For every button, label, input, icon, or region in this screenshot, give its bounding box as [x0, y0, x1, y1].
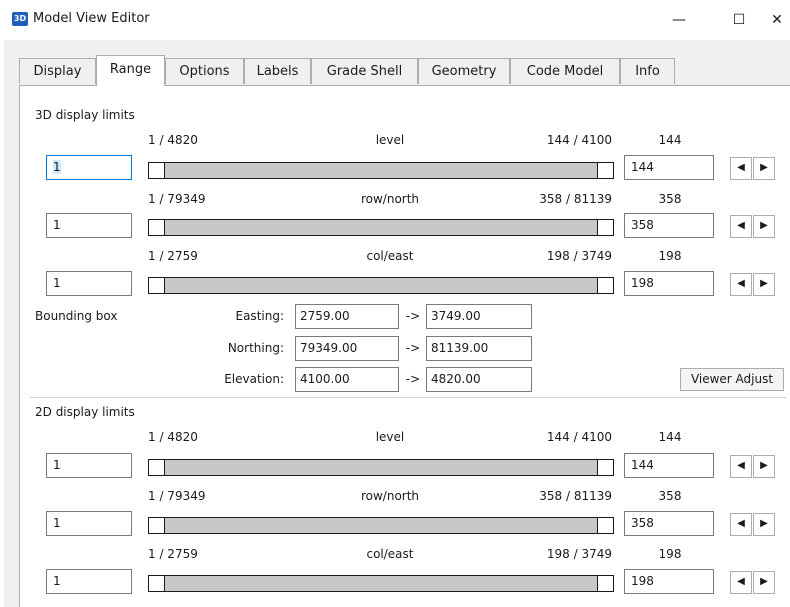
- close-button[interactable]: ✕: [764, 6, 790, 36]
- arrow-label: ->: [405, 309, 421, 323]
- left-triangle-icon[interactable]: ◀: [730, 455, 752, 478]
- section-divider: [30, 397, 786, 398]
- section-title-3d: 3D display limits: [35, 108, 135, 122]
- min-input[interactable]: 1: [46, 155, 132, 180]
- max-input[interactable]: 144: [624, 155, 714, 180]
- range-slider[interactable]: [148, 575, 614, 592]
- left-triangle-icon[interactable]: ◀: [730, 571, 752, 594]
- right-triangle-icon[interactable]: ▶: [753, 571, 775, 594]
- tab-grade-shell[interactable]: Grade Shell: [311, 58, 418, 84]
- min-input[interactable]: 1: [46, 213, 132, 238]
- range-slider[interactable]: [148, 517, 614, 534]
- range-slider[interactable]: [148, 162, 614, 179]
- slider-max-thumb[interactable]: [597, 277, 614, 294]
- left-triangle-icon[interactable]: ◀: [730, 215, 752, 238]
- northing-to-input[interactable]: 81139.00: [426, 336, 532, 361]
- min-input[interactable]: 1: [46, 511, 132, 536]
- right-triangle-icon[interactable]: ▶: [753, 513, 775, 536]
- tab-options[interactable]: Options: [165, 58, 244, 84]
- range-right-label: 358 / 81139: [539, 192, 612, 206]
- slider-min-thumb[interactable]: [148, 277, 165, 294]
- maximize-button[interactable]: ☐: [716, 6, 762, 36]
- min-input[interactable]: 1: [46, 453, 132, 478]
- current-value-label: 358: [658, 489, 682, 503]
- tab-info[interactable]: Info: [620, 58, 675, 84]
- tab-geometry[interactable]: Geometry: [418, 58, 510, 84]
- current-value-label: 144: [658, 430, 682, 444]
- elevation-to-input[interactable]: 4820.00: [426, 367, 532, 392]
- dimension-label: row/north: [360, 192, 420, 206]
- slider-max-thumb[interactable]: [597, 575, 614, 592]
- range-slider[interactable]: [148, 219, 614, 236]
- range-slider[interactable]: [148, 459, 614, 476]
- easting-to-input[interactable]: 3749.00: [426, 304, 532, 329]
- range-left-label: 1 / 4820: [148, 430, 198, 444]
- current-value-label: 358: [658, 192, 682, 206]
- slider-min-thumb[interactable]: [148, 575, 165, 592]
- elevation-label: Elevation:: [224, 372, 284, 386]
- range-right-label: 144 / 4100: [546, 430, 612, 444]
- viewer-adjust-button[interactable]: Viewer Adjust: [680, 368, 784, 391]
- northing-label: Northing:: [227, 341, 284, 355]
- dimension-label: col/east: [366, 249, 414, 263]
- dimension-label: row/north: [360, 489, 420, 503]
- max-input[interactable]: 358: [624, 511, 714, 536]
- current-value-label: 198: [658, 249, 682, 263]
- minimize-button[interactable]: —: [656, 6, 702, 36]
- range-left-label: 1 / 79349: [148, 192, 206, 206]
- left-triangle-icon[interactable]: ◀: [730, 513, 752, 536]
- current-value-label: 198: [658, 547, 682, 561]
- slider-min-thumb[interactable]: [148, 219, 165, 236]
- current-value-label: 144: [658, 133, 682, 147]
- slider-max-thumb[interactable]: [597, 459, 614, 476]
- easting-label: Easting:: [235, 309, 285, 323]
- min-input[interactable]: 1: [46, 271, 132, 296]
- min-input[interactable]: 1: [46, 569, 132, 594]
- range-left-label: 1 / 79349: [148, 489, 206, 503]
- right-triangle-icon[interactable]: ▶: [753, 215, 775, 238]
- range-right-label: 144 / 4100: [546, 133, 612, 147]
- slider-min-thumb[interactable]: [148, 459, 165, 476]
- title-bar: 3D Model View Editor — ☐ ✕: [0, 0, 790, 40]
- max-input[interactable]: 198: [624, 569, 714, 594]
- right-triangle-icon[interactable]: ▶: [753, 273, 775, 296]
- max-input[interactable]: 144: [624, 453, 714, 478]
- right-triangle-icon[interactable]: ▶: [753, 455, 775, 478]
- bounding-box-label: Bounding box: [35, 309, 118, 323]
- app-3d-icon: 3D: [12, 12, 28, 26]
- max-input[interactable]: 358: [624, 213, 714, 238]
- slider-min-thumb[interactable]: [148, 517, 165, 534]
- dimension-label: level: [375, 133, 405, 147]
- easting-from-input[interactable]: 2759.00: [295, 304, 399, 329]
- elevation-from-input[interactable]: 4100.00: [295, 367, 399, 392]
- tab-display[interactable]: Display: [19, 58, 96, 84]
- range-left-label: 1 / 2759: [148, 547, 198, 561]
- window-title: Model View Editor: [33, 11, 150, 26]
- range-right-label: 198 / 3749: [546, 547, 612, 561]
- tab-labels[interactable]: Labels: [244, 58, 311, 84]
- right-triangle-icon[interactable]: ▶: [753, 157, 775, 180]
- tab-range[interactable]: Range: [96, 55, 165, 86]
- slider-max-thumb[interactable]: [597, 219, 614, 236]
- range-slider[interactable]: [148, 277, 614, 294]
- range-left-label: 1 / 4820: [148, 133, 198, 147]
- slider-max-thumb[interactable]: [597, 162, 614, 179]
- left-triangle-icon[interactable]: ◀: [730, 273, 752, 296]
- arrow-label: ->: [405, 341, 421, 355]
- max-input[interactable]: 198: [624, 271, 714, 296]
- arrow-label: ->: [405, 372, 421, 386]
- range-right-label: 198 / 3749: [546, 249, 612, 263]
- tab-code-model[interactable]: Code Model: [510, 58, 620, 84]
- slider-max-thumb[interactable]: [597, 517, 614, 534]
- left-triangle-icon[interactable]: ◀: [730, 157, 752, 180]
- range-right-label: 358 / 81139: [539, 489, 612, 503]
- range-tab-panel: 3D display limits 1 / 4820 level 144 / 4…: [19, 85, 790, 607]
- northing-from-input[interactable]: 79349.00: [295, 336, 399, 361]
- section-title-2d: 2D display limits: [35, 405, 135, 419]
- slider-min-thumb[interactable]: [148, 162, 165, 179]
- range-left-label: 1 / 2759: [148, 249, 198, 263]
- dimension-label: col/east: [366, 547, 414, 561]
- dimension-label: level: [375, 430, 405, 444]
